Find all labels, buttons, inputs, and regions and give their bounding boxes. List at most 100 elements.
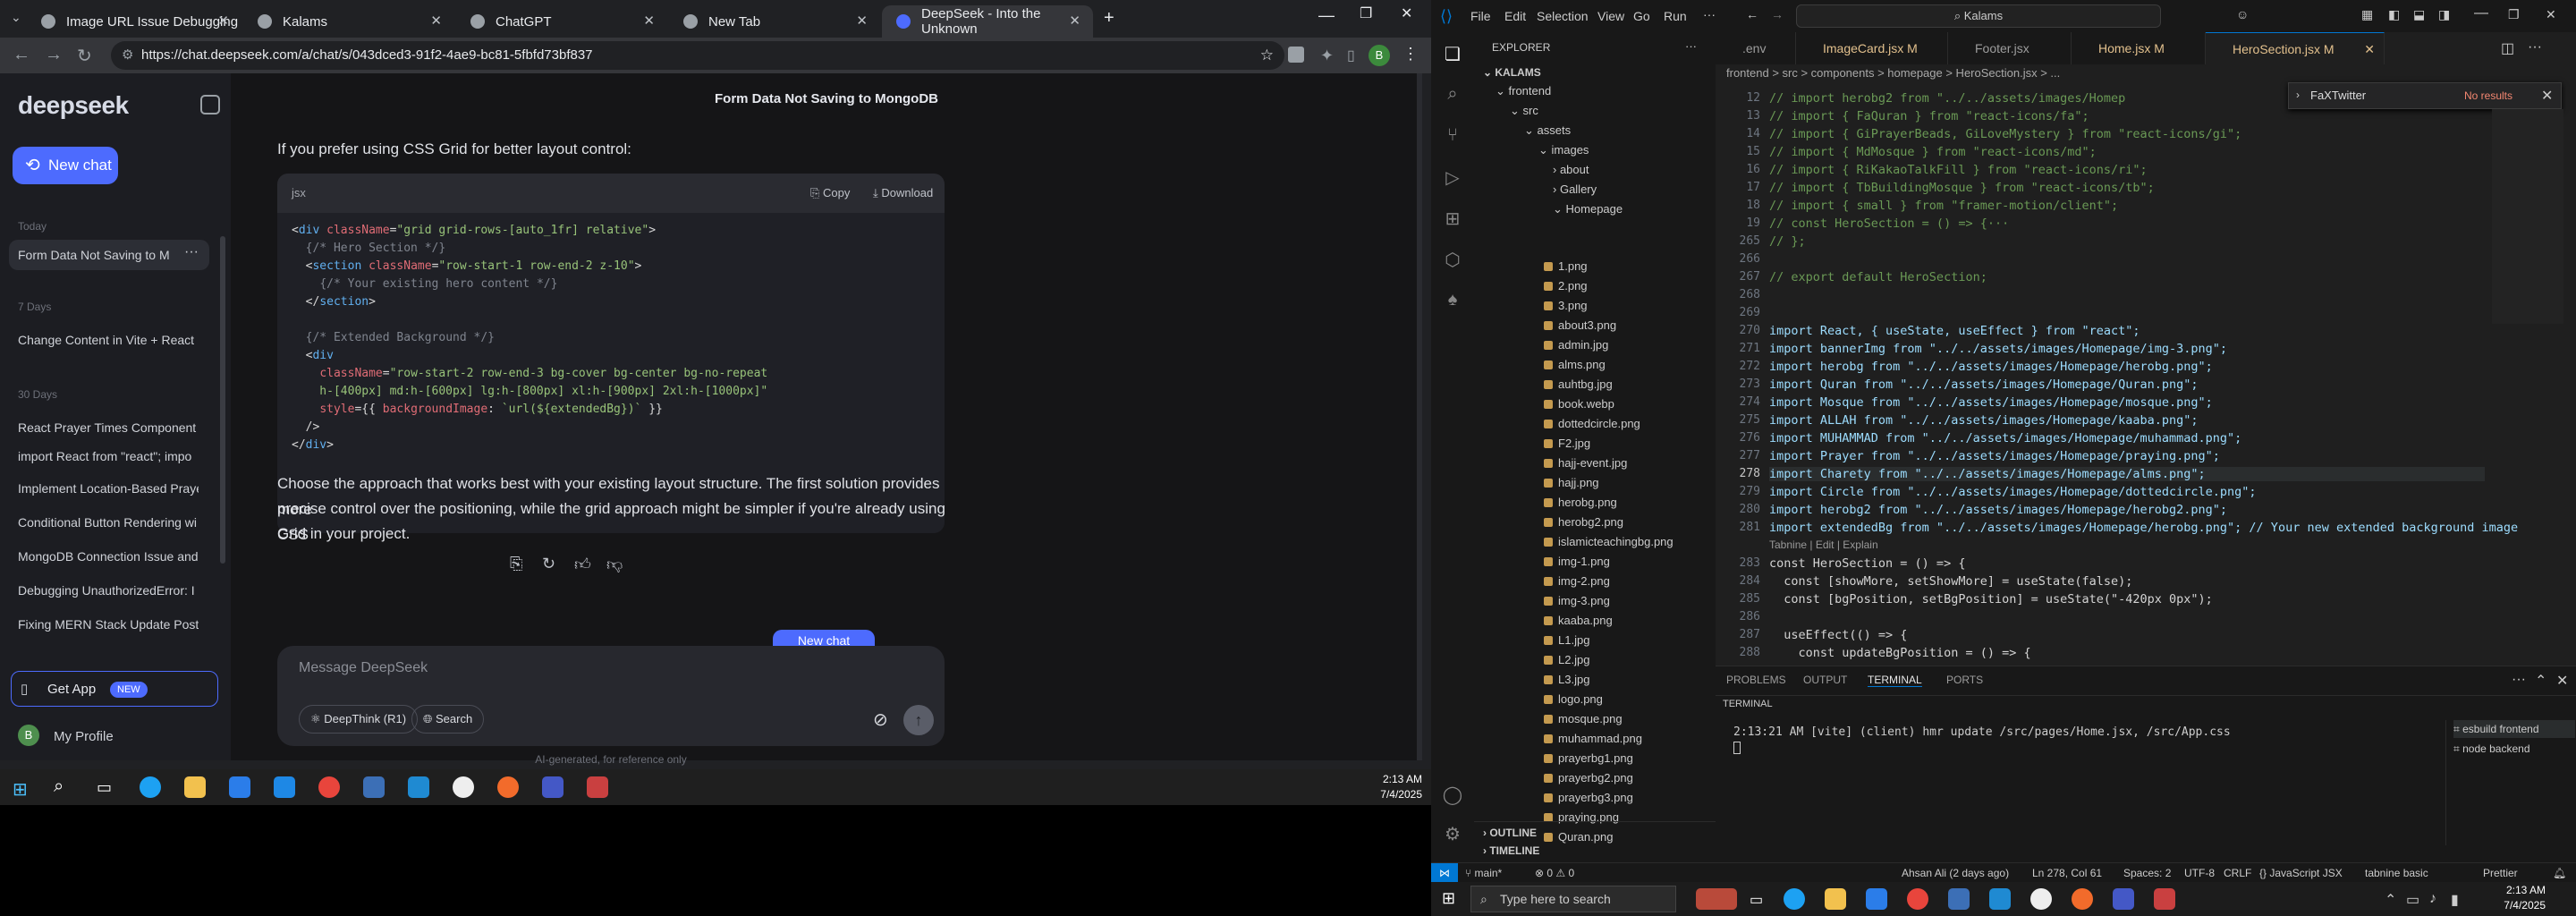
close-icon[interactable]: ✕ (856, 13, 868, 29)
problems-indicator[interactable]: ⊗ 0 ⚠ 0 (1535, 863, 1574, 883)
layout-icon[interactable]: ▦ (2361, 7, 2373, 22)
prettier-status[interactable]: Prettier (2483, 863, 2518, 883)
code-line[interactable]: // import { MdMosque } from "react-icons… (1769, 145, 2097, 159)
back-icon[interactable]: ← (13, 45, 30, 65)
copy-button[interactable]: ⎘ Copy (810, 174, 850, 213)
source-control-icon[interactable]: ⑂ (1442, 125, 1463, 147)
edge-icon[interactable] (140, 776, 161, 798)
file-item[interactable]: prayerbg2.png (1544, 771, 1633, 785)
menu-file[interactable]: File (1470, 9, 1491, 23)
page-scrollbar[interactable] (1417, 73, 1422, 760)
file-item[interactable]: herobg.png (1544, 496, 1617, 509)
code-line[interactable]: // }; (1769, 234, 1806, 249)
close-find-icon[interactable]: ✕ (2541, 87, 2553, 105)
network-icon[interactable]: ▭ (2406, 891, 2419, 909)
folder-gallery[interactable]: › Gallery (1553, 182, 1597, 196)
file-item[interactable]: Quran.png (1544, 830, 1613, 844)
file-item[interactable]: prayerbg3.png (1544, 791, 1633, 804)
file-item[interactable]: about3.png (1544, 318, 1616, 332)
folder-images[interactable]: ⌄ images (1538, 143, 1589, 157)
file-item[interactable]: dottedcircle.png (1544, 417, 1640, 430)
file-item[interactable]: hajj.png (1544, 476, 1599, 489)
deepthink-toggle[interactable]: ⚛ DeepThink (R1) (299, 705, 419, 734)
download-button[interactable]: ⤓ Download (873, 174, 933, 213)
eol[interactable]: CRLF (2224, 863, 2251, 883)
code-line[interactable]: // import herobg2 from "../../assets/ima… (1769, 91, 2125, 106)
send-button[interactable]: ↑ (903, 705, 934, 735)
window-close-icon[interactable]: ✕ (2546, 7, 2556, 22)
file-item[interactable]: 3.png (1544, 299, 1588, 312)
tab-deepseek[interactable]: DeepSeek - Into the Unknown ✕ (882, 5, 1093, 38)
tab-footer[interactable]: Footer.jsx (1948, 32, 2072, 64)
outline-section[interactable]: › OUTLINE (1483, 827, 1537, 839)
zoom-icon[interactable] (542, 776, 564, 798)
toggle-panel-icon[interactable]: ⬓ (2413, 7, 2425, 22)
file-item[interactable]: L1.jpg (1544, 633, 1589, 647)
code-line[interactable]: // import { TbBuildingMosque } from "rea… (1769, 181, 2155, 195)
forward-icon[interactable]: → (45, 45, 63, 65)
menu-edit[interactable]: Edit (1504, 9, 1526, 23)
reload-icon[interactable]: ↻ (77, 45, 92, 67)
extensions-icon[interactable]: ⊞ (1442, 208, 1463, 229)
get-app-button[interactable]: ▯ Get App NEW (11, 671, 218, 707)
list-item[interactable]: MongoDB Connection Issue and (18, 549, 199, 564)
menu-selection[interactable]: Selection (1537, 9, 1589, 23)
remote-icon[interactable]: ⬡ (1442, 249, 1463, 270)
panel-tab-ports[interactable]: PORTS (1946, 674, 1983, 686)
file-item[interactable]: F2.jpg (1544, 437, 1590, 450)
breadcrumb[interactable]: frontend > src > components > homepage >… (1726, 66, 2060, 80)
panel-tab-output[interactable]: OUTPUT (1803, 674, 1847, 686)
find-expand-icon[interactable]: › (2296, 89, 2300, 101)
tab-imagecard[interactable]: ImageCard.jsx M (1796, 32, 1948, 64)
edge-icon[interactable] (1784, 888, 1805, 910)
file-item[interactable]: L3.jpg (1544, 673, 1589, 686)
menu-run[interactable]: Run (1664, 9, 1687, 23)
code-line[interactable]: import Charety from "../../assets/images… (1769, 467, 2485, 481)
code-line[interactable]: const updateBgPosition = () => { (1769, 646, 2031, 660)
app-icon[interactable] (363, 776, 385, 798)
file-item[interactable]: islamicteachingbg.png (1544, 535, 1674, 548)
app-icon[interactable] (453, 776, 474, 798)
postman-icon[interactable] (497, 776, 519, 798)
sidepanel-icon[interactable]: ▯ (1347, 47, 1355, 64)
code-line[interactable]: // import { GiPrayerBeads, GiLoveMystery… (1769, 127, 2241, 141)
code-line[interactable]: import herobg from "../../assets/images/… (1769, 360, 2213, 374)
file-item[interactable]: muhammad.png (1544, 732, 1642, 745)
file-item[interactable]: img-2.png (1544, 574, 1610, 588)
taskbar-search[interactable]: ⌕ Type here to search (1470, 886, 1676, 912)
url-field[interactable]: ⚙ https://chat.deepseek.com/a/chat/s/043… (111, 41, 1284, 70)
more-menu-icon[interactable]: ··· (1703, 7, 1716, 21)
file-item[interactable]: mosque.png (1544, 712, 1623, 725)
list-item[interactable]: Implement Location-Based Praye (18, 481, 199, 496)
tab-herosection[interactable]: HeroSection.jsx M ✕ (2206, 32, 2385, 64)
code-line[interactable]: useEffect(() => { (1769, 628, 1907, 642)
minimize-icon[interactable]: — (1318, 7, 1335, 23)
file-item[interactable]: img-1.png (1544, 555, 1610, 568)
folder-icon[interactable] (1825, 888, 1846, 910)
list-item[interactable]: React Prayer Times Component (18, 420, 199, 435)
minimap[interactable] (2492, 109, 2563, 324)
code-line[interactable]: const [bgPosition, setBgPosition] = useS… (1769, 592, 2213, 606)
profile-avatar[interactable]: B (1368, 45, 1390, 66)
code-line[interactable]: // import { FaQuran } from "react-icons/… (1769, 109, 2089, 123)
panel-tab-terminal[interactable]: TERMINAL (1868, 674, 1922, 687)
maximize-icon[interactable]: ❐ (1360, 7, 1372, 21)
search-toggle[interactable]: 🌐︎ Search (411, 705, 485, 734)
tab-kalams[interactable]: Kalams ✕ (243, 5, 454, 38)
chrome-icon[interactable] (1907, 888, 1928, 910)
maximize-panel-icon[interactable]: ⌃ (2535, 672, 2546, 690)
code-line[interactable]: import MUHAMMAD from "../../assets/image… (1769, 431, 2241, 445)
file-item[interactable]: auhtbg.jpg (1544, 377, 1613, 391)
task-view-icon[interactable]: ▭ (1750, 891, 1763, 909)
my-profile-link[interactable]: My Profile (54, 729, 114, 744)
tray-chevron-icon[interactable]: ⌃ (2385, 891, 2396, 909)
code-line[interactable]: // export default HeroSection; (1769, 270, 1987, 284)
code-line[interactable]: import bannerImg from "../../assets/imag… (1769, 342, 2227, 356)
app-icon[interactable] (2030, 888, 2052, 910)
store-icon[interactable] (1866, 888, 1887, 910)
code-line[interactable]: import herobg2 from "../../assets/images… (1769, 503, 2227, 517)
terminal-item[interactable]: ⌗ esbuild frontend (2453, 720, 2575, 738)
vscode-icon[interactable] (408, 776, 429, 798)
list-item[interactable]: Change Content in Vite + React (18, 333, 199, 347)
close-icon[interactable]: ✕ (1069, 13, 1080, 29)
